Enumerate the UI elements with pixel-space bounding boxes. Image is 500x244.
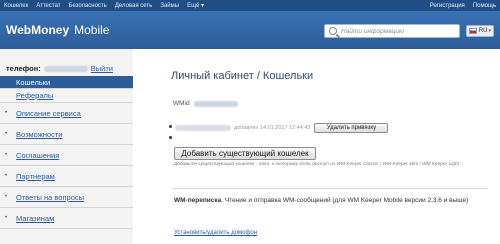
topnav-loans-link[interactable]: Займы (160, 3, 179, 9)
sidebar-item-label: Описание сервиса (16, 108, 81, 118)
sidebar-item-shops[interactable]: • Магазинам (0, 208, 133, 229)
divider (172, 188, 488, 189)
sidebar-item-wallets[interactable]: Кошельки (0, 76, 133, 89)
sidebar-item-label: Кошельки (16, 77, 51, 87)
add-wallet-note: Добавьте существующий кошелек - тот, к к… (174, 162, 460, 167)
sidebar-item-label: Рефералы (16, 91, 54, 100)
topnav-more-link[interactable]: Ещё ▾ (187, 2, 204, 9)
search-placeholder: Найти информацию (341, 27, 404, 35)
bullet-icon: • (5, 131, 8, 137)
phone-number-redacted (43, 65, 88, 72)
sidebar-item-referrals[interactable]: Рефералы (0, 89, 133, 103)
logo-text: WebMoney (6, 23, 70, 37)
chevron-down-icon: ▾ (488, 28, 491, 34)
sidebar-item-label: Магазинам (16, 213, 55, 223)
logout-link[interactable]: Выйти (91, 64, 113, 73)
sidebar-item-faq[interactable]: • Ответы на вопросы (0, 187, 133, 208)
wallet-number-redacted (175, 125, 231, 131)
add-existing-wallet-button[interactable]: Добавить существующий кошелек (174, 147, 316, 160)
wmid-label: WMid (173, 100, 190, 107)
sidebar-item-label: Соглашения (16, 150, 60, 160)
wm-messaging-text: . Чтение и отправка WM-сообщений (для WM… (221, 197, 469, 204)
wallet-row: добавлен 14.01.2017 12:44:43 Удалить при… (175, 123, 389, 133)
wallet-added-date: добавлен 14.01.2017 12:44:43 (234, 125, 311, 131)
language-selector[interactable]: RU ▾ (466, 25, 494, 37)
language-code: RU (478, 28, 488, 34)
bullet-icon: • (5, 152, 8, 158)
page-title: Личный кабинет / Кошельки (171, 70, 314, 82)
bullet-icon: • (5, 110, 8, 116)
sidebar-item-partners[interactable]: • Партнерам (0, 166, 133, 187)
search-input[interactable]: Найти информацию (324, 24, 460, 38)
topnav-security-link[interactable]: Безопасность (69, 3, 107, 9)
topnav-business-link[interactable]: Деловая сеть (115, 3, 153, 9)
logo[interactable]: WebMoney Mobile (6, 23, 109, 37)
wm-messaging-title: WM-переписка (174, 197, 222, 204)
sidebar-item-agreements[interactable]: • Соглашения (0, 145, 133, 166)
bullet-icon: • (5, 173, 8, 179)
search-icon (329, 27, 337, 35)
wm-messaging-description: WM-переписка. Чтение и отправка WM-сообщ… (174, 197, 490, 206)
wallet-bullet (169, 125, 172, 128)
russia-flag-icon (469, 28, 477, 34)
topnav-help-link[interactable]: Помощь (473, 3, 496, 9)
top-navigation: Кошелек Аттестат Безопасность Деловая се… (0, 0, 500, 11)
sidebar-item-label: Партнерам (16, 171, 55, 181)
wmid-value-redacted (193, 100, 238, 107)
sidebar-item-label: Ответы на вопросы (16, 192, 85, 202)
phone-row: телефон: Выйти (6, 64, 113, 73)
phone-label: телефон: (6, 64, 41, 73)
header: WebMoney Mobile Найти информацию RU ▾ (0, 11, 500, 49)
topnav-register-link[interactable]: Регистрация (430, 3, 465, 9)
bullet-icon: • (5, 194, 8, 200)
topnav-passport-link[interactable]: Аттестат (36, 3, 60, 9)
sidebar-item-features[interactable]: • Возможности (0, 124, 133, 145)
sidebar-item-service-description[interactable]: • Описание сервиса (0, 103, 133, 124)
main-content: Личный кабинет / Кошельки WMid добавлен … (145, 49, 500, 244)
sidebar-menu: Кошельки Рефералы • Описание сервиса • В… (0, 76, 133, 229)
bullet-icon: • (5, 215, 8, 221)
topnav-wallet-link[interactable]: Кошелек (4, 3, 28, 9)
sidebar-item-label: Возможности (16, 129, 63, 139)
sidebar: телефон: Выйти Кошельки Рефералы • Описа… (0, 49, 133, 244)
add-wallet-bullet (169, 136, 172, 139)
logo-subtitle: Mobile (74, 23, 110, 37)
install-remove-link[interactable]: Установить/удалить домофон (174, 230, 257, 236)
wmid-row: WMid (173, 100, 238, 107)
remove-binding-button[interactable]: Удалить привязку (314, 123, 389, 133)
